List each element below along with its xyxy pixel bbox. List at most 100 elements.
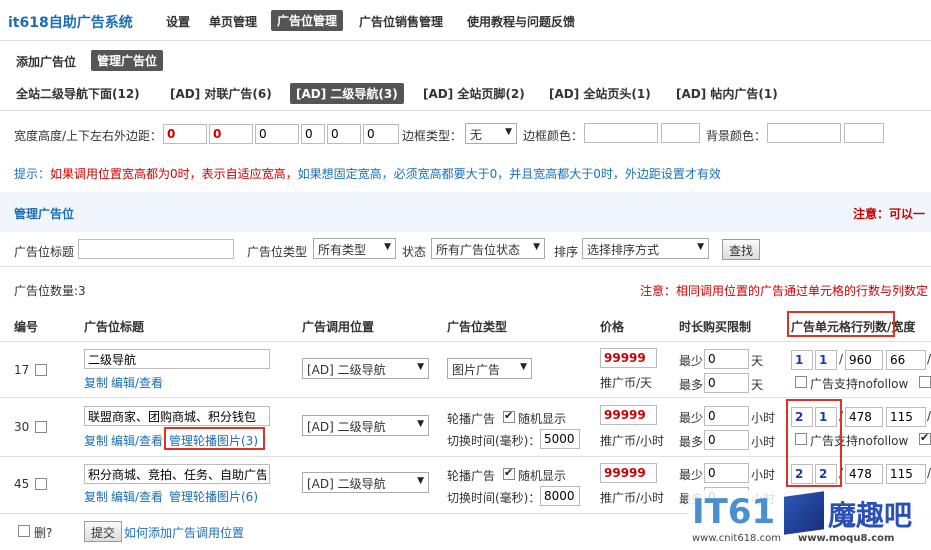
- margin-right-input[interactable]: [363, 124, 399, 144]
- filter-sort-label: 排序: [554, 245, 579, 259]
- row-random-checkbox[interactable]: [503, 466, 515, 480]
- chevron-down-icon: ▼: [417, 362, 424, 372]
- border-type-select[interactable]: 无 ▼: [465, 123, 517, 144]
- row-price-input[interactable]: [600, 405, 657, 425]
- section-title: 管理广告位: [14, 207, 75, 221]
- row-manage-images-link[interactable]: 管理轮播图片(6): [169, 488, 258, 505]
- row-edit-link[interactable]: 编辑/查看: [111, 432, 163, 449]
- row-cols-input[interactable]: [815, 350, 837, 370]
- nav-ad-position[interactable]: 广告位管理: [271, 10, 344, 31]
- row-position-select[interactable]: [AD] 二级导航 ▼: [302, 472, 429, 493]
- row-max-label: 最多: [679, 378, 704, 392]
- row-switch-input[interactable]: [540, 429, 580, 449]
- delete-label: 删?: [34, 526, 53, 540]
- row-height-input[interactable]: [886, 350, 926, 370]
- width-input[interactable]: [163, 124, 207, 144]
- filter-type-label: 广告位类型: [247, 245, 308, 259]
- col-type: 广告位类型: [447, 320, 508, 334]
- nav-ad-sales[interactable]: 广告位销售管理: [359, 13, 443, 30]
- tip-text: 提示：如果调用位置宽高都为0时，表示自适应宽高，如果想固定宽高，必须宽高都要大于…: [14, 167, 721, 181]
- row-nofollow-checkbox[interactable]: [795, 376, 807, 388]
- row-checkbox[interactable]: [35, 478, 47, 490]
- row-copy-link[interactable]: 复制: [84, 488, 108, 505]
- row-min-input[interactable]: [704, 463, 749, 483]
- margin-left-input[interactable]: [327, 124, 361, 144]
- row-random-checkbox[interactable]: [503, 409, 515, 423]
- row-title-input[interactable]: [84, 464, 270, 484]
- count-notice: 注意：相同调用位置的广告通过单元格的行数与列数定: [640, 284, 929, 298]
- row-extra-checkbox[interactable]: [919, 376, 931, 388]
- row-height-input[interactable]: [886, 407, 926, 427]
- col-title: 广告位标题: [84, 320, 145, 334]
- row-copy-link[interactable]: 复制: [84, 374, 108, 391]
- margin-bottom-input[interactable]: [301, 124, 325, 144]
- chevron-down-icon: ▼: [533, 242, 540, 252]
- row-price-input[interactable]: [600, 463, 657, 483]
- bg-color-input[interactable]: [767, 123, 841, 143]
- border-color-swatch[interactable]: [661, 123, 700, 143]
- delete-checkbox[interactable]: [18, 525, 30, 537]
- filter-type-select[interactable]: 所有类型 ▼: [313, 238, 396, 259]
- tab-position-2[interactable]: [AD] 二级导航(3): [290, 83, 404, 104]
- row-type-select[interactable]: 图片广告 ▼: [447, 358, 532, 379]
- row-id: 17: [14, 363, 30, 377]
- row-time-unit: 小时: [751, 468, 776, 482]
- row-edit-link[interactable]: 编辑/查看: [111, 488, 163, 505]
- watermark-url-right: www.moqu8.com: [798, 533, 895, 544]
- row-edit-link[interactable]: 编辑/查看: [111, 374, 163, 391]
- slash: /: [839, 352, 844, 366]
- filter-sort-select[interactable]: 选择排序方式 ▼: [582, 238, 709, 259]
- row-width-input[interactable]: [845, 407, 883, 427]
- filter-title-input[interactable]: [78, 239, 234, 259]
- margin-top-input[interactable]: [255, 124, 299, 144]
- tab-position-3[interactable]: [AD] 全站页脚(2): [423, 85, 525, 102]
- row-price-input[interactable]: [600, 348, 657, 368]
- watermark-url-left: www.cnit618.com: [692, 533, 781, 544]
- row-rows-input[interactable]: [791, 350, 813, 370]
- subnav-manage[interactable]: 管理广告位: [91, 50, 164, 71]
- help-link[interactable]: 如何添加广告调用位置: [124, 524, 244, 541]
- row-width-input[interactable]: [845, 464, 883, 484]
- row-height-input[interactable]: [886, 464, 926, 484]
- search-button[interactable]: 查找: [722, 239, 761, 260]
- row-switch-input[interactable]: [540, 486, 580, 506]
- row-price-unit: 推广币/小时: [600, 491, 665, 505]
- border-color-input[interactable]: [584, 123, 658, 143]
- row-checkbox[interactable]: [35, 421, 47, 433]
- submit-button[interactable]: 提交: [84, 521, 123, 542]
- nav-settings[interactable]: 设置: [166, 13, 190, 30]
- top-nav: it618自助广告系统 设置 单页管理 广告位管理 广告位销售管理 使用教程与问…: [0, 0, 931, 40]
- tab-position-0[interactable]: 全站二级导航下面(12): [16, 85, 140, 102]
- nav-tutorial[interactable]: 使用教程与问题反馈: [467, 13, 575, 30]
- filter-title-label: 广告位标题: [14, 245, 75, 259]
- row-switch-label: 切换时间(毫秒)：: [447, 434, 541, 448]
- bg-color-swatch[interactable]: [844, 123, 884, 143]
- chevron-down-icon: ▼: [697, 242, 704, 252]
- row-checkbox[interactable]: [35, 364, 47, 376]
- tab-position-5[interactable]: [AD] 帖内广告(1): [676, 85, 778, 102]
- height-input[interactable]: [209, 124, 253, 144]
- row-width-input[interactable]: [845, 350, 883, 370]
- tab-position-4[interactable]: [AD] 全站页头(1): [549, 85, 651, 102]
- tab-position-1[interactable]: [AD] 对联广告(6): [170, 85, 272, 102]
- row-min-input[interactable]: [704, 406, 749, 426]
- row-type-label: 轮播广告: [447, 412, 496, 426]
- row-time-unit: 天: [751, 354, 764, 368]
- chevron-down-icon: ▼: [417, 419, 424, 429]
- highlight-rowcol-cells: [786, 399, 842, 487]
- row-position-select[interactable]: [AD] 二级导航 ▼: [302, 415, 429, 436]
- section-notice: 注意：可以一: [853, 207, 926, 221]
- row-title-input[interactable]: [84, 349, 270, 369]
- row-max-input[interactable]: [704, 373, 749, 393]
- nav-single-page[interactable]: 单页管理: [209, 13, 257, 30]
- row-title-input[interactable]: [84, 406, 270, 426]
- filter-status-select[interactable]: 所有广告位状态 ▼: [431, 238, 545, 259]
- row-min-input[interactable]: [704, 349, 749, 369]
- row-max-input[interactable]: [704, 430, 749, 450]
- watermark: IT61 魔趣吧 www.cnit618.com www.moqu8.com: [688, 490, 931, 546]
- subnav-add[interactable]: 添加广告位: [16, 53, 76, 70]
- row-position-select[interactable]: [AD] 二级导航 ▼: [302, 358, 429, 379]
- row-copy-link[interactable]: 复制: [84, 432, 108, 449]
- col-duration: 时长购买限制: [679, 320, 752, 334]
- row-extra-checkbox[interactable]: [919, 431, 931, 445]
